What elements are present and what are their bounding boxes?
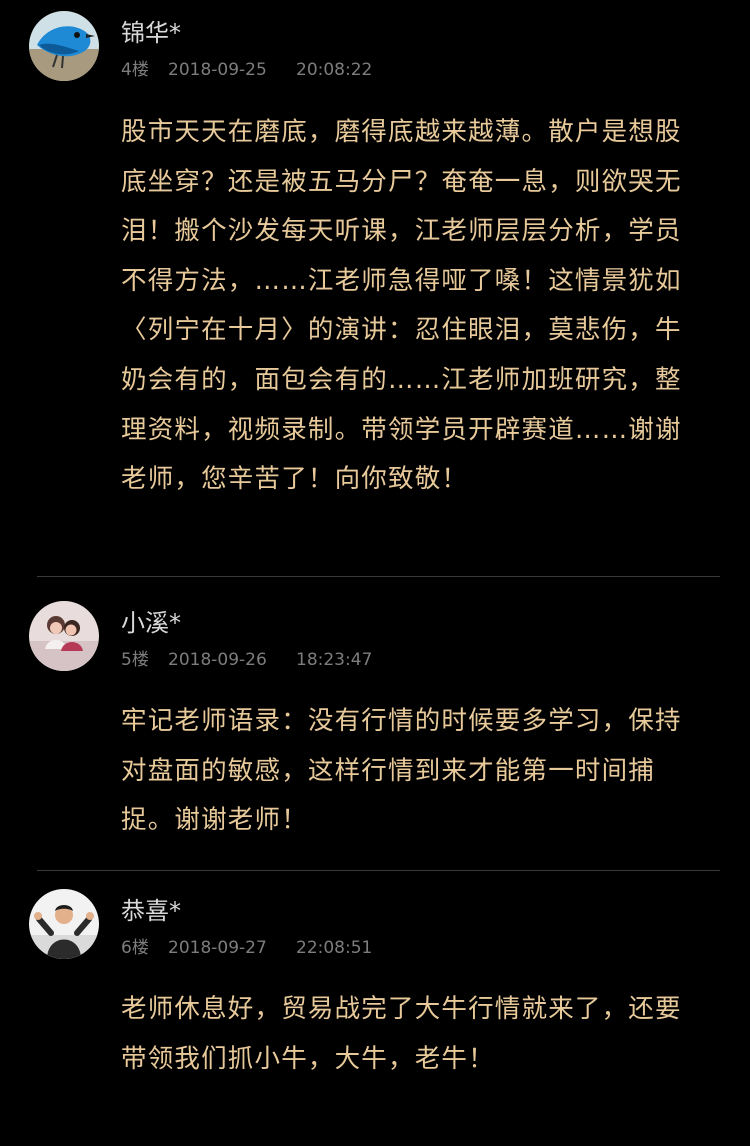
comment-date: 2018-09-26 bbox=[168, 650, 267, 670]
comment-list: 锦华* 4楼 2018-09-25 20:08:22 股市天天在磨底，磨得底越来越薄… bbox=[0, 0, 750, 1074]
floor-number: 4楼 bbox=[121, 60, 149, 80]
comment-item: 锦华* 4楼 2018-09-25 20:08:22 股市天天在磨底，磨得底越来越薄… bbox=[0, 0, 750, 577]
comment-text: 股市天天在磨底，磨得底越来越薄。散户是想股底坐穿？还是被五马分尸？奄奄一息，则欲… bbox=[121, 117, 682, 495]
couple-photo-avatar-icon[interactable] bbox=[29, 601, 99, 671]
comment-time: 22:08:51 bbox=[296, 938, 373, 958]
comment-text: 老师休息好，贸易战完了大牛行情就来了，还要带领我们抓小牛，大牛，老牛！ bbox=[121, 994, 682, 1074]
comment-time: 20:08:22 bbox=[296, 60, 373, 80]
comment-meta: 5楼 2018-09-26 18:23:47 bbox=[121, 650, 372, 670]
comment-author: 小溪* bbox=[121, 609, 181, 637]
comment-meta: 6楼 2018-09-27 22:08:51 bbox=[121, 938, 372, 958]
comment-text: 牢记老师语录：没有行情的时候要多学习，保持对盘面的敏感，这样行情到来才能第一时间… bbox=[121, 706, 682, 836]
floor-number: 6楼 bbox=[121, 938, 149, 958]
comment-date: 2018-09-27 bbox=[168, 938, 267, 958]
comment-item: 恭喜* 6楼 2018-09-27 22:08:51 老师休息好，贸易战完了大牛行情… bbox=[0, 871, 750, 1146]
comment-author: 恭喜* bbox=[121, 897, 181, 925]
comment-author: 锦华* bbox=[121, 19, 181, 47]
comment-meta: 4楼 2018-09-25 20:08:22 bbox=[121, 60, 372, 80]
comment-item: 小溪* 5楼 2018-09-26 18:23:47 牢记老师语录：没有行情的时候要… bbox=[0, 577, 750, 870]
blue-bird-avatar-icon[interactable] bbox=[29, 11, 99, 81]
man-waving-avatar-icon[interactable] bbox=[29, 889, 99, 959]
comment-date: 2018-09-25 bbox=[168, 60, 267, 80]
comment-time: 18:23:47 bbox=[296, 650, 373, 670]
floor-number: 5楼 bbox=[121, 650, 149, 670]
